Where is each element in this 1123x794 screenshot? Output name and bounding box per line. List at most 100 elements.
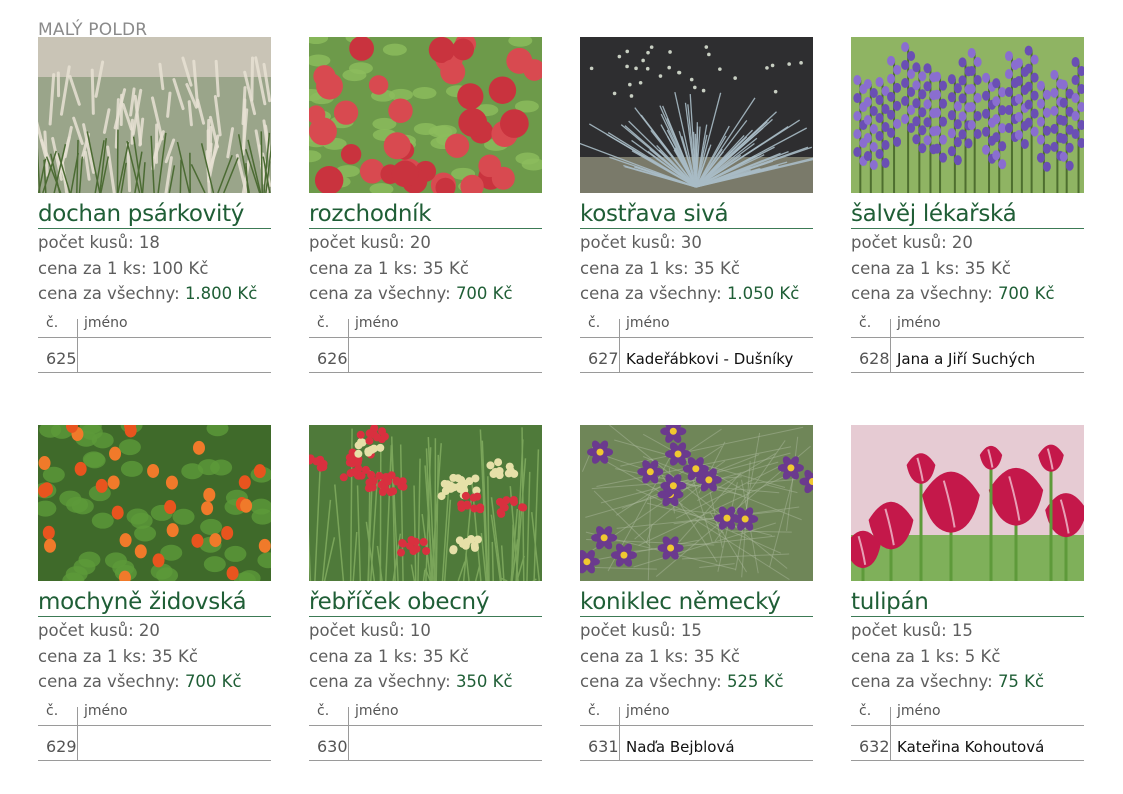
count-value: 20 xyxy=(951,233,973,252)
pasqueflower-photo xyxy=(580,425,813,581)
column-header-number: č. xyxy=(588,314,601,331)
reservation-table: č. jméno 631 Naďa Bejblová xyxy=(580,699,813,761)
blue-fescue-photo xyxy=(580,37,813,193)
table-rule xyxy=(38,759,271,761)
unit-price-line: cena za 1 ks: 35 Kč xyxy=(309,646,469,666)
column-header-number: č. xyxy=(46,702,59,719)
reserved-by-field[interactable]: Kateřina Kohoutová xyxy=(897,738,1044,756)
reservation-table: č. jméno 629 xyxy=(38,699,271,761)
total-price-line: cena za všechny: 700 Kč xyxy=(38,672,242,691)
total-price-value: 1.050 Kč xyxy=(726,284,800,303)
column-header-name: jméno xyxy=(626,702,670,719)
count-value: 18 xyxy=(138,233,160,252)
reserved-by-field[interactable]: Naďa Bejblová xyxy=(626,738,735,756)
table-divider xyxy=(77,706,78,760)
count-value: 15 xyxy=(951,621,973,640)
column-header-name: jméno xyxy=(84,314,128,331)
count-value: 30 xyxy=(680,233,702,252)
table-rule xyxy=(309,759,542,761)
unit-price-value: 35 Kč xyxy=(693,258,740,278)
purple-salvia-photo xyxy=(851,37,1084,193)
column-header-number: č. xyxy=(859,702,872,719)
plant-name: kostřava sivá xyxy=(580,201,813,229)
count-line: počet kusů: 15 xyxy=(851,621,973,640)
count-value: 10 xyxy=(409,621,431,640)
unit-price-line: cena za 1 ks: 35 Kč xyxy=(580,258,740,278)
unit-price-value: 35 Kč xyxy=(422,646,469,666)
column-header-number: č. xyxy=(859,314,872,331)
reservation-table: č. jméno 630 xyxy=(309,699,542,761)
count-line: počet kusů: 20 xyxy=(38,621,160,640)
reserved-by-field[interactable]: Jana a Jiří Suchých xyxy=(897,350,1035,368)
physalis-lantern-photo xyxy=(38,425,271,581)
unit-price-value: 5 Kč xyxy=(964,646,1001,666)
count-line: počet kusů: 18 xyxy=(38,233,160,252)
count-line: počet kusů: 30 xyxy=(580,233,702,252)
plant-card: tulipán počet kusů: 15 cena za 1 ks: 5 K… xyxy=(851,425,1084,761)
table-divider xyxy=(77,318,78,372)
reservation-table: č. jméno 628 Jana a Jiří Suchých xyxy=(851,311,1084,373)
column-header-number: č. xyxy=(46,314,59,331)
total-price-line: cena za všechny: 700 Kč xyxy=(309,284,513,303)
table-divider xyxy=(348,318,349,372)
table-rule xyxy=(309,336,542,338)
total-price-line: cena za všechny: 1.050 Kč xyxy=(580,284,800,303)
reservation-table: č. jméno 627 Kadeřábkovi - Dušníky xyxy=(580,311,813,373)
plant-card: kostřava sivá počet kusů: 30 cena za 1 k… xyxy=(580,37,813,373)
plant-card: dochan psárkovitý počet kusů: 18 cena za… xyxy=(38,37,271,373)
total-price-line: cena za všechny: 350 Kč xyxy=(309,672,513,691)
red-sedum-photo xyxy=(309,37,542,193)
unit-price-line: cena za 1 ks: 100 Kč xyxy=(38,258,209,278)
total-price-line: cena za všechny: 1.800 Kč xyxy=(38,284,258,303)
total-price-line: cena za všechny: 700 Kč xyxy=(851,284,1055,303)
total-price-line: cena za všechny: 75 Kč xyxy=(851,672,1045,691)
table-rule xyxy=(851,759,1084,761)
plant-name: mochyně židovská xyxy=(38,589,271,617)
column-header-name: jméno xyxy=(355,702,399,719)
red-yarrow-photo xyxy=(309,425,542,581)
plant-number: 625 xyxy=(46,348,77,368)
count-line: počet kusů: 20 xyxy=(851,233,973,252)
table-rule xyxy=(580,336,813,338)
count-line: počet kusů: 15 xyxy=(580,621,702,640)
plant-name: řebříček obecný xyxy=(309,589,542,617)
plant-card: řebříček obecný počet kusů: 10 cena za 1… xyxy=(309,425,542,761)
count-line: počet kusů: 20 xyxy=(309,233,431,252)
unit-price-line: cena za 1 ks: 35 Kč xyxy=(580,646,740,666)
count-value: 15 xyxy=(680,621,702,640)
plant-card: rozchodník počet kusů: 20 cena za 1 ks: … xyxy=(309,37,542,373)
table-rule xyxy=(580,371,813,373)
plant-name: rozchodník xyxy=(309,201,542,229)
unit-price-value: 35 Kč xyxy=(151,646,198,666)
plant-card: šalvěj lékařská počet kusů: 20 cena za 1… xyxy=(851,37,1084,373)
total-price-line: cena za všechny: 525 Kč xyxy=(580,672,784,691)
plant-number: 630 xyxy=(317,736,348,756)
plant-card: koniklec německý počet kusů: 15 cena za … xyxy=(580,425,813,761)
total-price-value: 700 Kč xyxy=(455,284,513,303)
unit-price-line: cena za 1 ks: 35 Kč xyxy=(851,258,1011,278)
ornamental-grass-photo xyxy=(38,37,271,193)
column-header-name: jméno xyxy=(355,314,399,331)
table-rule xyxy=(38,724,271,726)
total-price-value: 1.800 Kč xyxy=(184,284,258,303)
table-rule xyxy=(851,724,1084,726)
table-divider xyxy=(890,706,891,760)
table-rule xyxy=(38,371,271,373)
reservation-table: č. jméno 632 Kateřina Kohoutová xyxy=(851,699,1084,761)
table-rule xyxy=(851,336,1084,338)
pink-tulip-photo xyxy=(851,425,1084,581)
column-header-name: jméno xyxy=(897,314,941,331)
unit-price-line: cena za 1 ks: 35 Kč xyxy=(38,646,198,666)
column-header-number: č. xyxy=(317,314,330,331)
table-divider xyxy=(619,706,620,760)
column-header-number: č. xyxy=(317,702,330,719)
table-rule xyxy=(851,371,1084,373)
plant-name: dochan psárkovitý xyxy=(38,201,271,229)
reservation-table: č. jméno 625 xyxy=(38,311,271,373)
unit-price-line: cena za 1 ks: 5 Kč xyxy=(851,646,1001,666)
reserved-by-field[interactable]: Kadeřábkovi - Dušníky xyxy=(626,350,793,368)
table-divider xyxy=(348,706,349,760)
plant-card: mochyně židovská počet kusů: 20 cena za … xyxy=(38,425,271,761)
unit-price-value: 35 Kč xyxy=(964,258,1011,278)
plant-number: 632 xyxy=(859,736,890,756)
